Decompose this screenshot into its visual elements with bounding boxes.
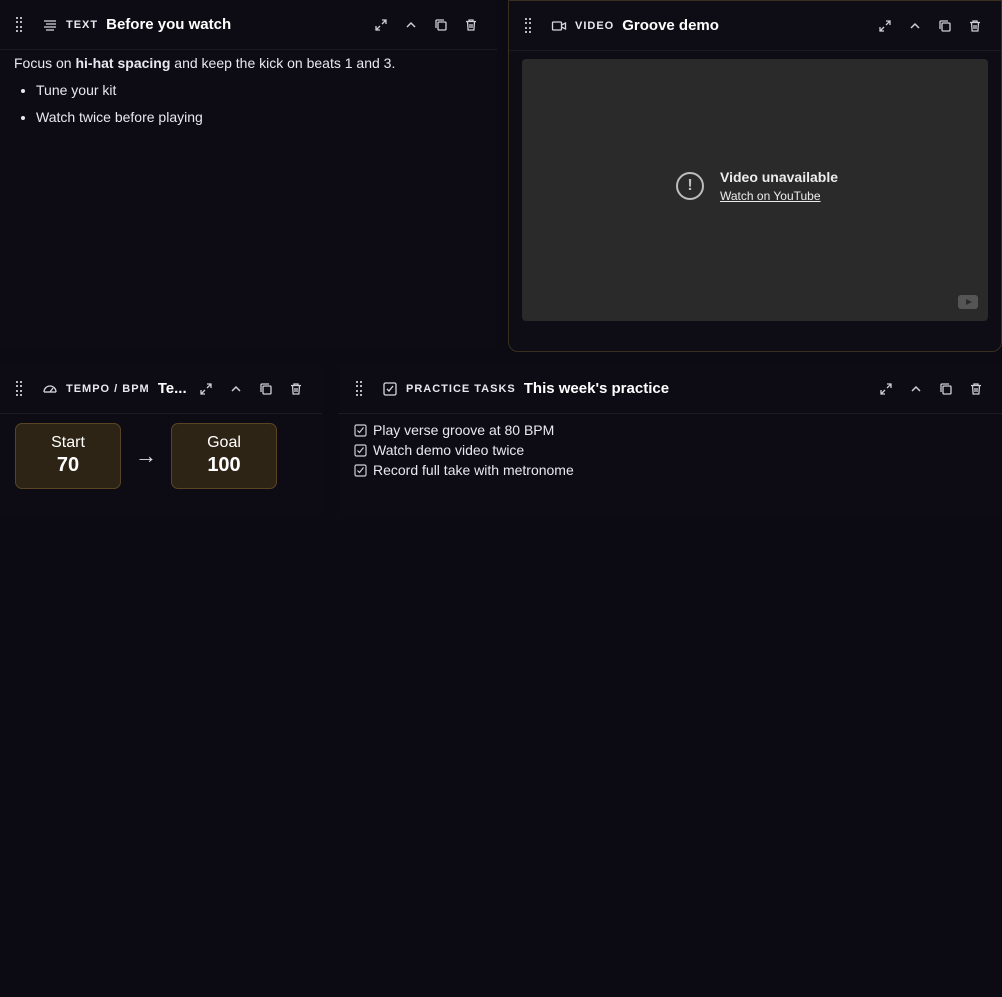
task-item[interactable]: Play verse groove at 80 BPM <box>354 422 986 438</box>
list-item: Watch twice before playing <box>36 108 483 127</box>
tempo-widget: TEMPO / BPM Te... Start 70 → Goal 100 <box>0 364 322 514</box>
widget-kind-label: PRACTICE TASKS <box>406 382 516 395</box>
duplicate-icon[interactable] <box>935 16 955 36</box>
video-player[interactable]: ! Video unavailable Watch on YouTube <box>522 59 988 321</box>
text-lines-icon <box>42 17 58 33</box>
goal-value: 100 <box>207 454 241 476</box>
text-widget-header: TEXT Before you watch <box>0 0 497 50</box>
duplicate-icon[interactable] <box>256 379 276 399</box>
task-label: Record full take with metronome <box>373 462 574 478</box>
expand-icon[interactable] <box>196 379 216 399</box>
start-tempo-box: Start 70 <box>15 423 121 489</box>
drag-handle-icon[interactable] <box>525 17 537 34</box>
intro-emphasis: hi-hat spacing <box>75 55 171 71</box>
video-unavailable-message: ! Video unavailable Watch on YouTube <box>676 169 838 203</box>
widget-title: Groove demo <box>622 17 719 34</box>
bullet-list: Tune your kit Watch twice before playing <box>14 81 483 127</box>
task-item[interactable]: Record full take with metronome <box>354 462 986 478</box>
task-item[interactable]: Watch demo video twice <box>354 442 986 458</box>
trash-icon[interactable] <box>965 16 985 36</box>
video-widget: VIDEO Groove demo ! Video unavailable Wa… <box>508 0 1002 352</box>
list-item: Tune your kit <box>36 81 483 100</box>
chevron-up-icon[interactable] <box>226 379 246 399</box>
chevron-up-icon[interactable] <box>401 15 421 35</box>
duplicate-icon[interactable] <box>936 379 956 399</box>
widget-title: Te... <box>157 380 187 397</box>
trash-icon[interactable] <box>461 15 481 35</box>
goal-tempo-box: Goal 100 <box>171 423 277 489</box>
trash-icon[interactable] <box>286 379 306 399</box>
duplicate-icon[interactable] <box>431 15 451 35</box>
arrow-right-icon: → <box>135 443 157 468</box>
expand-icon[interactable] <box>875 16 895 36</box>
tasks-widget-header: PRACTICE TASKS This week's practice <box>338 364 1002 414</box>
warning-icon: ! <box>676 172 704 200</box>
speedometer-icon <box>42 381 58 397</box>
youtube-logo-icon[interactable] <box>958 295 978 309</box>
goal-label: Goal <box>207 434 241 451</box>
text-widget-body: Focus on hi-hat spacing and keep the kic… <box>0 50 497 139</box>
start-label: Start <box>51 434 85 451</box>
video-camera-icon <box>551 18 567 34</box>
drag-handle-icon[interactable] <box>356 380 368 397</box>
chevron-up-icon[interactable] <box>906 379 926 399</box>
tempo-body: Start 70 → Goal 100 <box>0 414 322 498</box>
tempo-widget-header: TEMPO / BPM Te... <box>0 364 322 414</box>
tasks-list: Play verse groove at 80 BPM Watch demo v… <box>338 414 1002 490</box>
intro-paragraph: Focus on hi-hat spacing and keep the kic… <box>14 55 396 71</box>
video-unavailable-text: Video unavailable <box>720 169 839 185</box>
task-label: Play verse groove at 80 BPM <box>373 422 555 438</box>
drag-handle-icon[interactable] <box>16 380 28 397</box>
widget-title: Before you watch <box>106 16 232 33</box>
expand-icon[interactable] <box>371 15 391 35</box>
widget-kind-label: TEMPO / BPM <box>66 382 150 395</box>
checked-box-icon[interactable] <box>354 463 367 477</box>
widget-title: This week's practice <box>523 380 670 397</box>
start-value: 70 <box>56 454 80 476</box>
checked-box-icon[interactable] <box>354 443 367 457</box>
widget-kind-label: VIDEO <box>575 19 615 32</box>
checked-box-icon[interactable] <box>354 423 367 437</box>
chevron-up-icon[interactable] <box>905 16 925 36</box>
drag-handle-icon[interactable] <box>16 16 28 33</box>
expand-icon[interactable] <box>876 379 896 399</box>
practice-tasks-widget: PRACTICE TASKS This week's practice Play… <box>338 364 1002 514</box>
task-label: Watch demo video twice <box>373 442 525 458</box>
widget-kind-label: TEXT <box>66 18 99 31</box>
checkbox-icon <box>382 381 398 397</box>
video-widget-header: VIDEO Groove demo <box>509 1 1001 51</box>
watch-on-youtube-link[interactable]: Watch on YouTube <box>720 189 838 203</box>
trash-icon[interactable] <box>966 379 986 399</box>
text-widget: TEXT Before you watch Focus on hi-hat sp… <box>0 0 497 350</box>
